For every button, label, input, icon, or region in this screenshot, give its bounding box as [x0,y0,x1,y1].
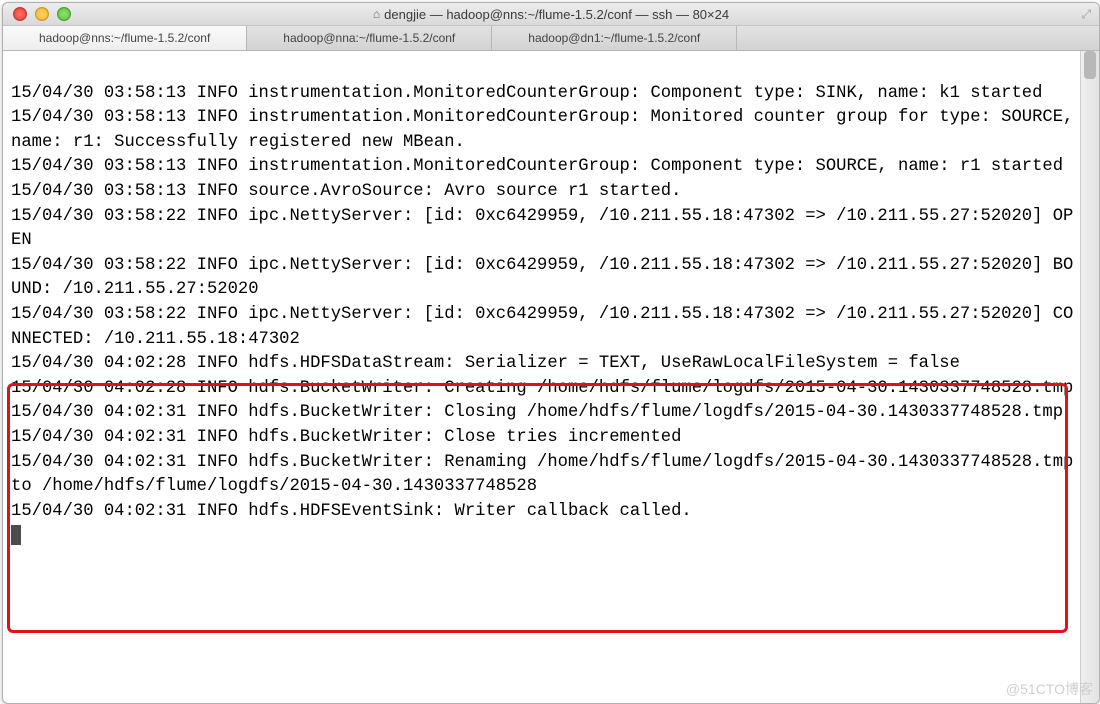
terminal-window: ⌂ dengjie — hadoop@nns:~/flume-1.5.2/con… [2,2,1100,704]
tab-nns[interactable]: hadoop@nns:~/flume-1.5.2/conf [3,26,247,50]
minimize-icon[interactable] [35,7,49,21]
expand-icon[interactable]: ⤢ [1081,7,1091,22]
terminal-output[interactable]: 15/04/30 03:58:13 INFO instrumentation.M… [3,51,1080,703]
tab-nna[interactable]: hadoop@nna:~/flume-1.5.2/conf [247,26,492,50]
window-title-text: dengjie — hadoop@nns:~/flume-1.5.2/conf … [384,7,729,22]
tab-label: hadoop@nna:~/flume-1.5.2/conf [283,31,455,45]
log-line: 15/04/30 04:02:31 INFO hdfs.BucketWriter… [11,428,681,447]
log-line: 15/04/30 03:58:13 INFO instrumentation.M… [11,84,1042,103]
tab-dn1[interactable]: hadoop@dn1:~/flume-1.5.2/conf [492,26,737,50]
log-line: 15/04/30 03:58:22 INFO ipc.NettyServer: … [11,305,1073,349]
tab-bar: hadoop@nns:~/flume-1.5.2/conf hadoop@nna… [3,26,1099,51]
titlebar: ⌂ dengjie — hadoop@nns:~/flume-1.5.2/con… [3,3,1099,26]
close-icon[interactable] [13,7,27,21]
log-line: 15/04/30 04:02:31 INFO hdfs.HDFSEventSin… [11,502,692,521]
zoom-icon[interactable] [57,7,71,21]
scrollbar-vertical[interactable] [1080,51,1099,703]
tab-label: hadoop@dn1:~/flume-1.5.2/conf [528,31,700,45]
log-line: 15/04/30 03:58:13 INFO source.AvroSource… [11,182,681,201]
log-line: 15/04/30 03:58:13 INFO instrumentation.M… [11,157,1063,176]
log-line: 15/04/30 03:58:13 INFO instrumentation.M… [11,108,1084,152]
home-icon: ⌂ [373,7,380,21]
window-title: ⌂ dengjie — hadoop@nns:~/flume-1.5.2/con… [3,7,1099,22]
cursor-icon [11,525,21,545]
traffic-lights [3,7,71,21]
log-line: 15/04/30 03:58:22 INFO ipc.NettyServer: … [11,256,1073,300]
scroll-thumb[interactable] [1084,51,1096,79]
log-line: 15/04/30 04:02:28 INFO hdfs.BucketWriter… [11,379,1073,398]
terminal-area: 15/04/30 03:58:13 INFO instrumentation.M… [3,51,1099,703]
tab-label: hadoop@nns:~/flume-1.5.2/conf [39,31,210,45]
log-line: 15/04/30 04:02:31 INFO hdfs.BucketWriter… [11,403,1063,422]
log-line: 15/04/30 03:58:22 INFO ipc.NettyServer: … [11,207,1073,251]
log-line: 15/04/30 04:02:28 INFO hdfs.HDFSDataStre… [11,354,960,373]
log-line: 15/04/30 04:02:31 INFO hdfs.BucketWriter… [11,453,1084,497]
